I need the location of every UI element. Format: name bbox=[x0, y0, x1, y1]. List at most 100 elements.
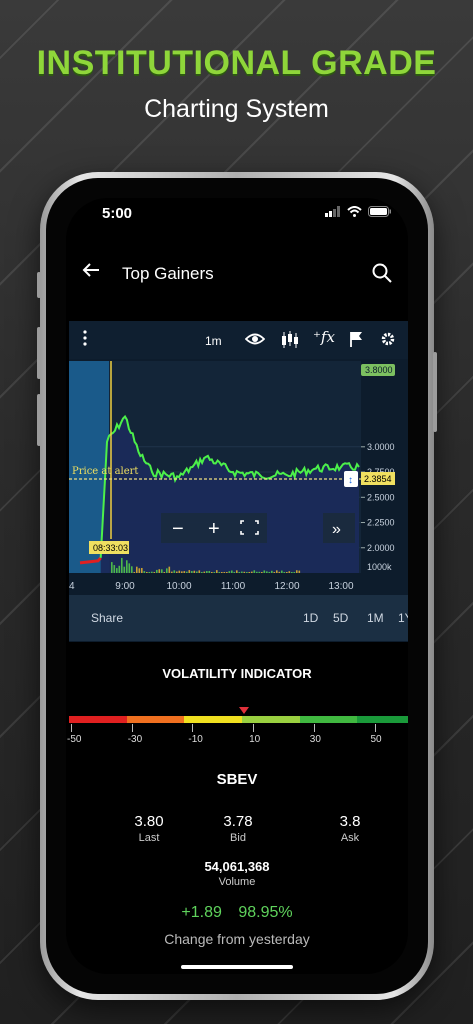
period-5d[interactable]: 5D bbox=[333, 611, 348, 625]
volume-bar bbox=[141, 567, 143, 573]
x-tick-label: 4 bbox=[69, 581, 75, 592]
volume-bar bbox=[216, 570, 218, 573]
volume-bar bbox=[218, 572, 221, 573]
home-indicator[interactable] bbox=[181, 965, 293, 969]
volume-bar bbox=[213, 572, 216, 573]
volume-bar bbox=[221, 572, 223, 573]
x-tick-label: 10:00 bbox=[166, 581, 191, 592]
ask-value: 3.8 bbox=[339, 813, 361, 830]
last-value: 3.80 bbox=[134, 813, 164, 830]
volume-bar bbox=[256, 571, 258, 573]
volume-bar bbox=[151, 571, 153, 573]
interval-selector[interactable]: 1m bbox=[205, 334, 222, 348]
volume-bar bbox=[226, 572, 228, 573]
volume-bar bbox=[176, 571, 178, 573]
last-label: Last bbox=[138, 832, 160, 844]
y-tick-label: 3.0000 bbox=[367, 442, 395, 452]
volume-bar bbox=[248, 572, 251, 573]
change-percent: 98.95% bbox=[238, 904, 293, 921]
candlestick-icon[interactable] bbox=[280, 331, 300, 352]
ask-label: Ask bbox=[340, 832, 360, 844]
volume-bar bbox=[126, 560, 128, 573]
volume-bar bbox=[241, 571, 243, 573]
volume-bar bbox=[116, 568, 118, 573]
volume-bar bbox=[261, 572, 263, 573]
notch bbox=[153, 198, 321, 225]
volume-bar bbox=[271, 570, 273, 573]
volume-bar bbox=[211, 572, 213, 573]
price-chart[interactable]: Price at alert 08:33:03 3.00002.75002.50… bbox=[69, 361, 408, 595]
volume-down-button bbox=[37, 394, 41, 446]
period-1d[interactable]: 1D bbox=[303, 611, 318, 625]
chart-panel: 1m ⁺fx Price at alert 08:33:03 3.0000 2.… bbox=[69, 321, 408, 642]
phone-frame: 5:00 Top Gainers 1m ⁺fx Price at alert 0… bbox=[37, 172, 437, 1000]
volume-bar bbox=[273, 572, 276, 573]
volume-bar bbox=[131, 566, 133, 573]
volume-bar bbox=[171, 571, 173, 573]
nav-bar: Top Gainers bbox=[66, 253, 408, 297]
zoom-out-button[interactable]: − bbox=[172, 518, 184, 540]
change-value: +1.89 bbox=[181, 904, 222, 921]
volatility-marker bbox=[239, 707, 249, 714]
mute-switch bbox=[37, 272, 41, 298]
gear-icon[interactable] bbox=[380, 331, 396, 350]
back-arrow-icon[interactable] bbox=[82, 261, 100, 284]
more-menu-icon[interactable] bbox=[83, 330, 87, 349]
y-tick-label: 2.0000 bbox=[367, 543, 395, 553]
share-button[interactable]: Share bbox=[91, 611, 123, 625]
volume-bar bbox=[263, 570, 266, 573]
y-tick-label: 2.2500 bbox=[367, 518, 395, 528]
volatility-tick-mark bbox=[374, 724, 376, 732]
volume-bar bbox=[138, 568, 141, 573]
eye-icon[interactable] bbox=[244, 331, 266, 350]
volume-bar bbox=[291, 572, 293, 573]
volatility-tick-mark bbox=[192, 724, 194, 732]
wifi-icon bbox=[347, 206, 362, 217]
volume-bar bbox=[163, 572, 166, 573]
volume-bar bbox=[298, 570, 301, 573]
volume-bar bbox=[111, 562, 113, 573]
signal-icon bbox=[325, 206, 340, 217]
search-icon[interactable] bbox=[372, 263, 392, 288]
alert-text: Price at alert bbox=[72, 466, 138, 477]
chart-toolbar: 1m ⁺fx bbox=[69, 321, 408, 359]
battery-icon bbox=[368, 206, 391, 217]
ask-stat: 3.8 Ask bbox=[310, 813, 390, 844]
volume-bar bbox=[146, 572, 148, 573]
volume-bar bbox=[243, 571, 246, 573]
volume-up-button bbox=[37, 327, 41, 379]
volatility-bar bbox=[69, 716, 408, 723]
volume-bar bbox=[148, 572, 151, 573]
volume-bar bbox=[268, 571, 271, 573]
promo-headline: INSTITUTIONAL GRADE bbox=[36, 44, 437, 82]
volume-bar bbox=[288, 571, 291, 573]
volatility-tick-mark bbox=[313, 724, 315, 732]
volume-bar bbox=[168, 566, 171, 573]
volume-bar bbox=[188, 570, 191, 573]
volume-bar bbox=[203, 571, 206, 573]
volume-bar bbox=[228, 571, 231, 573]
volume-bar bbox=[136, 566, 138, 573]
change-row: +1.89 98.95% bbox=[66, 904, 408, 922]
volatility-title: VOLATILITY INDICATOR bbox=[162, 666, 312, 681]
period-1m[interactable]: 1M bbox=[367, 611, 384, 625]
x-tick-label: 9:00 bbox=[115, 581, 135, 592]
volume-bar bbox=[198, 570, 201, 573]
volume-label: Volume bbox=[218, 876, 256, 888]
zoom-in-button[interactable]: + bbox=[208, 518, 220, 540]
volume-value: 54,061,368 bbox=[204, 859, 270, 874]
last-stat: 3.80 Last bbox=[109, 813, 189, 844]
volatility-tick-label: -10 bbox=[188, 734, 203, 745]
volume-bar bbox=[293, 572, 296, 573]
function-icon[interactable]: ⁺fx bbox=[313, 328, 335, 346]
volatility-tick-label: 50 bbox=[370, 734, 382, 745]
volatility-tick-label: -30 bbox=[127, 734, 143, 745]
volume-bar bbox=[161, 569, 163, 573]
volume-bar bbox=[278, 571, 281, 573]
volatility-tick-mark bbox=[71, 724, 72, 732]
flag-icon[interactable] bbox=[349, 331, 363, 350]
period-1y[interactable]: 1Y bbox=[398, 611, 408, 625]
volume-bar bbox=[206, 571, 208, 573]
volatility-segment bbox=[357, 716, 408, 723]
last-price-label: 3.8000 bbox=[365, 365, 393, 375]
